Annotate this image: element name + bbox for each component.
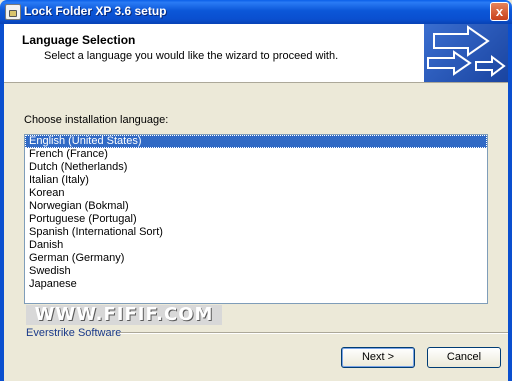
header-subtitle: Select a language you would like the wiz… — [44, 50, 339, 62]
language-option[interactable]: Italian (Italy) — [25, 174, 487, 187]
header-title: Language Selection — [22, 33, 136, 47]
next-button[interactable]: Next > — [341, 347, 415, 368]
wizard-arrows-icon — [424, 24, 508, 82]
brand-label: Everstrike Software — [26, 327, 122, 339]
language-option[interactable]: Spanish (International Sort) — [25, 226, 487, 239]
window-title: Lock Folder XP 3.6 setup — [24, 4, 167, 18]
wizard-header: Language Selection Select a language you… — [4, 24, 508, 83]
close-button[interactable]: x — [490, 2, 509, 21]
language-option[interactable]: Portuguese (Portugal) — [25, 213, 487, 226]
language-option[interactable]: Danish — [25, 239, 487, 252]
cancel-button[interactable]: Cancel — [427, 347, 501, 368]
language-prompt: Choose installation language: — [24, 114, 169, 126]
language-option[interactable]: Swedish — [25, 265, 487, 278]
language-option[interactable]: German (Germany) — [25, 252, 487, 265]
language-option[interactable]: Dutch (Netherlands) — [25, 161, 487, 174]
language-option[interactable]: French (France) — [25, 148, 487, 161]
language-option[interactable]: English (United States) — [25, 135, 487, 148]
app-lock-icon — [5, 4, 21, 20]
window-frame-right — [508, 24, 512, 381]
watermark-text: WWW.FIFIF.COM — [26, 305, 222, 325]
footer-divider — [120, 332, 508, 334]
language-option[interactable]: Korean — [25, 187, 487, 200]
title-bar[interactable]: Lock Folder XP 3.6 setup x — [0, 0, 512, 24]
language-listbox[interactable]: English (United States) French (France) Du… — [24, 134, 488, 304]
language-option[interactable]: Norwegian (Bokmal) — [25, 200, 487, 213]
language-option[interactable]: Japanese — [25, 278, 487, 291]
